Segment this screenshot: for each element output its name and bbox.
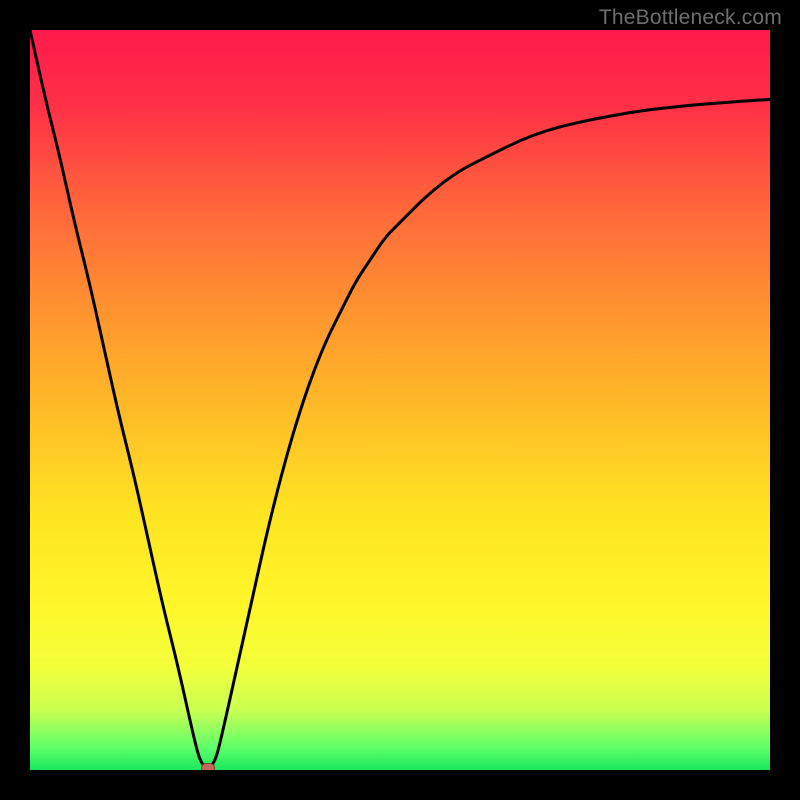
bottleneck-curve — [30, 30, 770, 770]
plot-area — [30, 30, 770, 770]
attribution-text: TheBottleneck.com — [599, 6, 782, 30]
minimum-marker — [201, 763, 215, 770]
frame: TheBottleneck.com — [0, 0, 800, 800]
